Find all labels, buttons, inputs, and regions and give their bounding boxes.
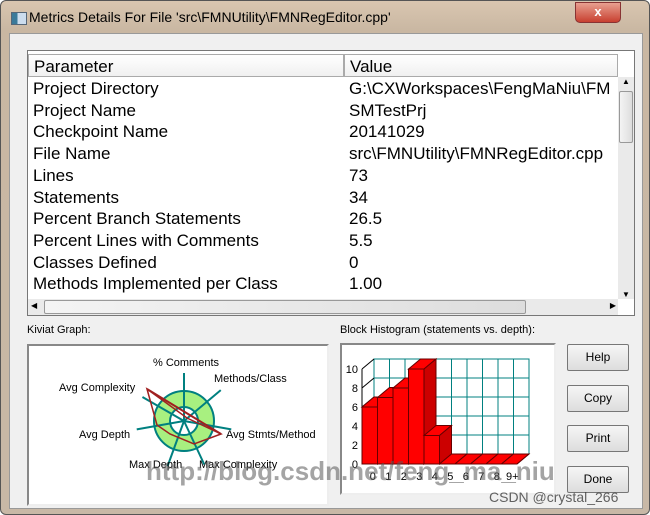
x-tick-label: 5 [447,471,453,483]
x-tick-label: 9+ [506,471,519,483]
parameter-cell: Project Directory [33,79,159,98]
value-cell: 34 [349,187,368,207]
kiviat-axis-label: % Comments [153,357,220,369]
x-tick-label: 1 [385,471,391,483]
scroll-left-icon[interactable]: ◀ [31,301,37,310]
kiviat-axis-label: Max Complexity [199,459,278,471]
kiviat-axis-label: Avg Complexity [59,382,136,394]
bar [423,435,440,465]
bar [377,397,394,465]
value-cell: src\FMNUtility\FMNRegEditor.cpp [349,144,604,164]
app-icon [11,12,27,25]
parameter-cell: Classes Defined [33,252,157,272]
scroll-down-icon[interactable]: ▼ [622,290,630,299]
value-cell: 20141029 [349,122,425,142]
x-tick-label: 3 [416,471,422,483]
print-button[interactable]: Print [567,425,629,452]
x-tick-label: 7 [478,471,484,483]
value-cell: SMTestPrj [349,100,427,120]
column-header-value[interactable]: Value [344,54,618,77]
scroll-up-icon[interactable]: ▲ [622,77,630,86]
grid-side-line [361,358,375,370]
parameter-cell: Checkpoint Name [33,122,169,142]
block-histogram: 0 2 4 6 8 10 0 1 2 3 4 5 6 7 8 9+ [340,343,556,495]
horizontal-scroll-thumb[interactable] [44,300,526,314]
x-tick-label: 0 [370,471,376,483]
column-header-parameter[interactable]: Parameter [28,54,344,77]
y-tick-label: 8 [352,383,358,395]
bar [408,368,425,465]
y-tick-label: 0 [352,459,358,471]
scroll-right-icon[interactable]: ▶ [610,301,616,310]
y-tick-label: 2 [352,440,358,452]
horizontal-scrollbar[interactable]: ◀ ▶ [28,299,618,315]
vertical-scrollbar[interactable]: ▲ ▼ [618,77,634,299]
x-tick-label: 4 [432,471,438,483]
parameter-cell: Lines [33,165,74,185]
y-tick-label: 6 [352,402,358,414]
kiviat-axis-label: Max Depth [129,459,182,471]
help-button[interactable]: Help [567,344,629,371]
value-cell: 73 [349,165,368,185]
dialog-client: Parameter Value Project Directory G:\CXWo… [9,33,643,509]
kiviat-axis-label: Avg Stmts/Method [226,429,316,441]
parameter-cell: Project Name [33,100,136,120]
parameter-cell: Percent Branch Statements [33,209,241,229]
value-cell: 1.00 [349,274,383,294]
value-cell: 0 [349,252,359,272]
bar [392,387,409,465]
value-cell: 26.5 [349,209,383,229]
x-tick-label: 8 [494,471,500,483]
x-tick-label: 6 [463,471,469,483]
y-tick-label: 4 [352,421,358,433]
kiviat-label: Kiviat Graph: [27,324,91,336]
x-tick-label: 2 [401,471,407,483]
done-button[interactable]: Done [567,466,629,493]
window-title: Metrics Details For File 'src\FMNUtility… [29,9,391,25]
copy-button[interactable]: Copy [567,385,629,412]
metrics-details-window: Metrics Details For File 'src\FMNUtility… [0,0,650,515]
grid-side-line [361,377,375,389]
parameter-cell: Percent Lines with Comments [33,230,259,250]
parameter-cell: Statements [33,187,119,207]
vertical-scroll-thumb[interactable] [619,91,633,143]
bar [361,406,378,465]
kiviat-axis-label: Methods/Class [214,373,287,385]
histogram-label: Block Histogram (statements vs. depth): [340,324,536,336]
y-tick-label: 10 [346,364,358,376]
kiviat-axis-label: Avg Depth [79,429,130,441]
kiviat-graph: % Comments Methods/Class Avg Stmts/Method M… [27,344,329,506]
parameter-cell: Methods Implemented per Class [33,274,278,294]
metrics-table: Parameter Value Project Directory G:\CXWo… [27,50,635,316]
parameter-cell: File Name [33,144,111,164]
value-cell: G:\CXWorkspaces\FengMaNiu\FM [349,79,611,98]
value-cell: 5.5 [349,230,373,250]
close-button[interactable]: x [575,2,621,23]
